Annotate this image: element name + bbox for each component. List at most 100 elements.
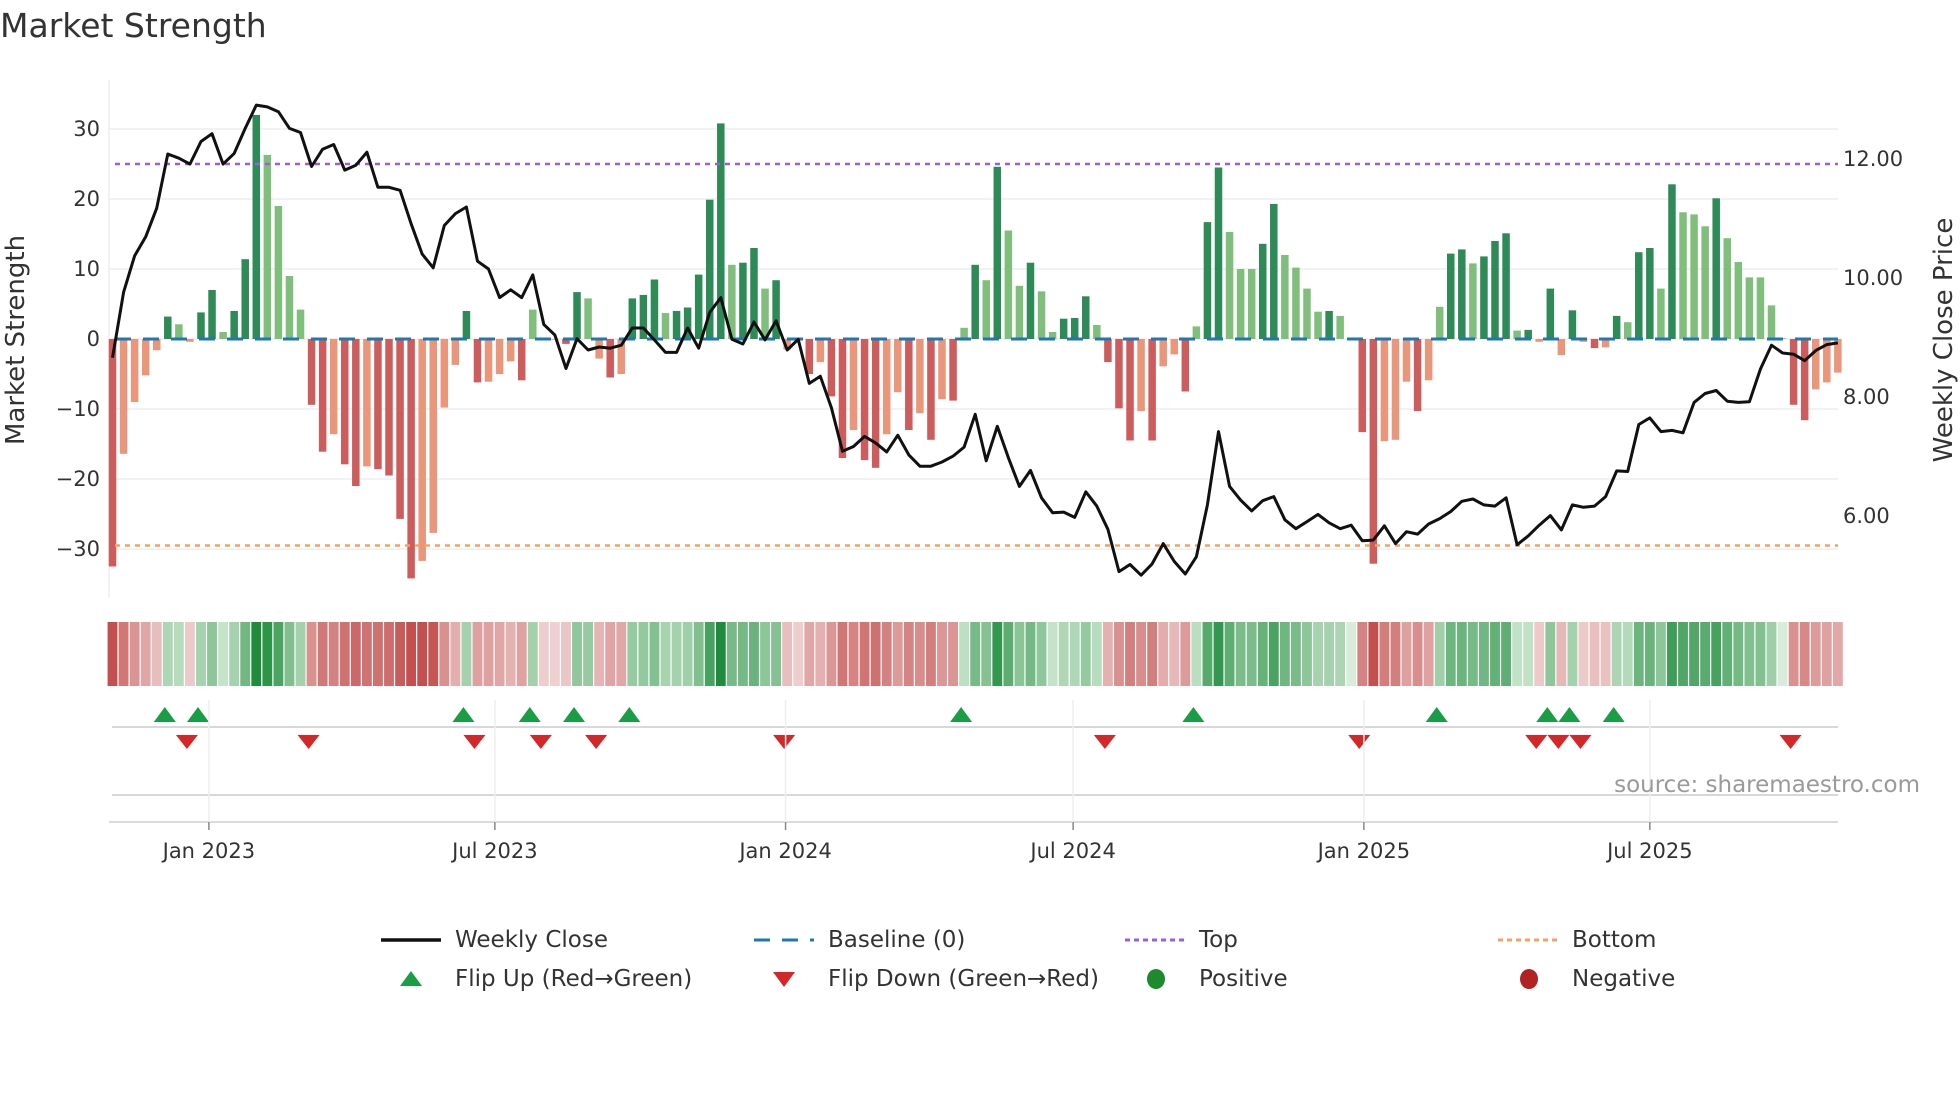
heat-cell [1091,622,1102,686]
heat-cell [1766,622,1777,686]
heat-cell [1622,622,1633,686]
flip-down-marker [1525,735,1548,749]
x-tick-label: Jan 2024 [737,839,832,863]
heat-cell [472,622,483,686]
strength-bar [1480,256,1488,339]
y2-tick-label: 12.00 [1843,147,1903,171]
flip-up-marker [452,707,475,722]
right-axis-ticks: 12.00 10.00 8.00 6.00 [1843,147,1903,528]
strength-bar [1037,291,1046,339]
legend-top[interactable]: Top [1125,922,1238,958]
heat-cell [1434,622,1445,686]
heat-cell [118,622,129,686]
flip-up-marker [186,707,209,722]
heat-cell [1711,622,1722,686]
strength-bar [1115,339,1123,409]
heat-cell [1523,622,1534,686]
legend-weekly-close[interactable]: Weekly Close [381,922,608,958]
strength-bar [1004,230,1013,339]
strength-bar [1148,339,1156,441]
flip-up-marker [618,707,641,722]
strength-bar [1070,318,1079,339]
reference-lines [115,162,1838,547]
heat-cell [306,622,317,686]
heat-cell [1335,622,1346,686]
legend-positive[interactable]: Positive [1125,961,1288,997]
heat-cell [439,622,450,686]
strength-bar [1557,339,1566,356]
heat-cell [1445,622,1456,686]
strength-bar [1093,325,1101,339]
strength-bar [761,288,769,339]
y-tick-label: 0 [87,327,100,351]
legend-baseline[interactable]: Baseline (0) [754,922,965,958]
heat-cell [1556,622,1567,686]
legend-negative[interactable]: Negative [1498,961,1675,997]
strength-bar [672,311,681,339]
heat-cell [516,622,527,686]
flip-up-marker [518,707,541,722]
heat-cell [1678,622,1688,686]
legend-flip-up[interactable]: Flip Up (Red→Green) [381,961,692,997]
heat-cell [605,622,616,686]
strength-bar [152,339,161,351]
strength-bar [1369,339,1378,564]
strength-bar [1657,288,1665,339]
strength-bar [208,290,216,339]
heat-cell [1722,622,1733,686]
heat-cell [1324,622,1335,686]
strength-bar [1270,203,1278,339]
strength-bar [385,339,393,476]
legend-label: Negative [1572,966,1676,992]
strength-bar [1491,241,1499,339]
heat-cell [1080,622,1091,686]
heat-cell [660,622,671,686]
x-tick-label: Jan 2023 [161,839,256,863]
flip-down-marker [297,735,320,749]
heat-cell [1036,622,1047,686]
heat-cell [704,622,715,686]
strength-bars [108,115,1842,579]
strength-bar [462,311,471,339]
heat-cell [1655,622,1666,686]
legend-bottom[interactable]: Bottom [1498,922,1656,958]
heat-cell [1224,622,1235,686]
heat-cell [804,622,815,686]
strength-bar [130,339,139,402]
strength-bar [307,339,316,405]
strength-bar [495,339,504,374]
heat-cell [1788,622,1799,686]
heat-cell [1821,622,1832,686]
heat-cell [959,622,970,686]
heat-cell [1025,622,1036,686]
green-dot-icon [1125,969,1187,989]
y2-tick-label: 10.00 [1843,266,1903,290]
strength-bar [484,339,493,382]
heat-cell [1545,622,1556,686]
flip-down-marker [585,735,608,749]
strength-bar [429,339,437,533]
strength-bar [1767,305,1776,339]
strength-bar [1402,339,1411,382]
y-tick-label: 30 [73,117,100,141]
heat-cell [1412,622,1423,686]
heat-cell [1633,622,1644,686]
strength-bar [1236,269,1245,339]
strength-bar [1623,322,1632,339]
strength-bar [584,298,592,339]
heat-cell [782,622,793,686]
heat-cell [671,622,682,686]
heat-cell [350,622,361,686]
heat-cell [1832,622,1843,686]
heat-cell [505,622,516,686]
flip-down-marker [773,735,796,749]
y-tick-label: 10 [73,257,100,281]
source-note: source: sharemaestro.com [1614,772,1920,798]
legend-label: Baseline (0) [828,927,966,953]
flip-down-marker [463,735,486,749]
strength-bar [329,339,338,435]
heat-cell [140,622,151,686]
heat-cell [173,622,184,686]
legend-flip-down[interactable]: Flip Down (Green→Red) [754,961,1099,997]
heat-cell [1125,622,1135,686]
